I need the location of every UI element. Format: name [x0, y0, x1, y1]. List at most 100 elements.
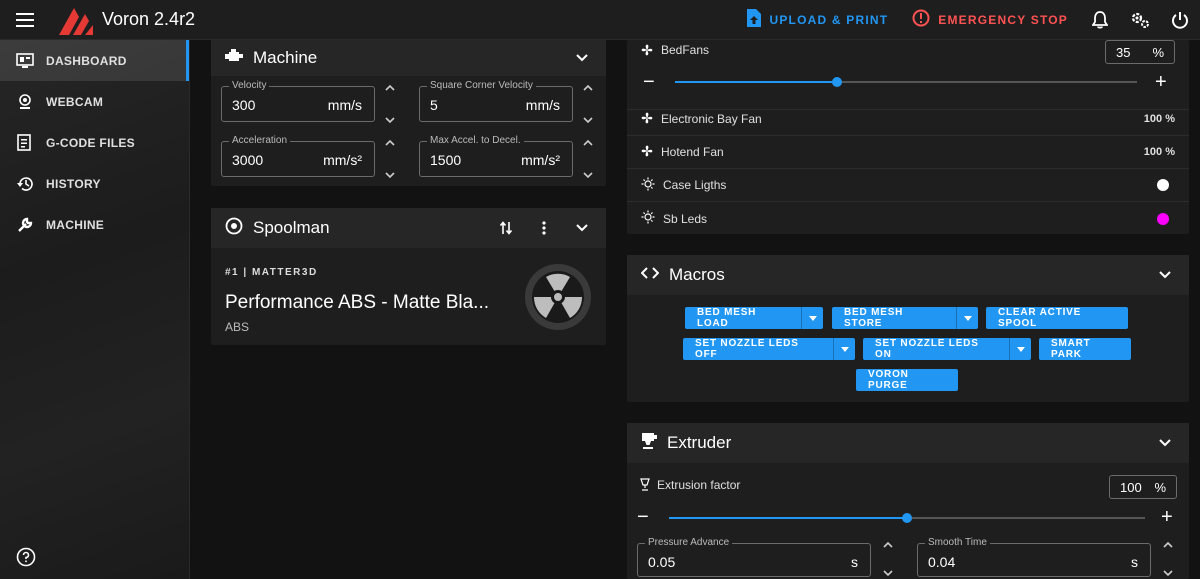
dots-vertical-icon[interactable]	[534, 218, 554, 238]
chevron-down-icon	[385, 172, 395, 179]
machine-panel-title: Machine	[253, 48, 318, 67]
bedfans-value-field[interactable]: 35 %	[1105, 40, 1175, 64]
acceleration-unit: mm/s²	[323, 152, 362, 168]
scv-unit: mm/s	[525, 97, 560, 113]
sidebar-item-label: DASHBOARD	[46, 53, 127, 68]
light-color-dot[interactable]	[1157, 212, 1169, 225]
swap-vertical-icon[interactable]	[496, 218, 516, 238]
extrusion-factor-slider[interactable]	[669, 513, 1145, 523]
navigation-sidebar: DASHBOARD WEBCAM G-CODE FILES HISTORY MA…	[0, 40, 190, 579]
emergency-stop-button[interactable]: EMERGENCY STOP	[900, 0, 1080, 40]
pressure-advance-unit: s	[851, 554, 858, 570]
menu-down-icon[interactable]	[801, 307, 823, 329]
macro-voron-purge-button[interactable]: VORON PURGE	[856, 369, 958, 391]
emergency-stop-label: EMERGENCY STOP	[938, 12, 1068, 27]
sidebar-item-label: MACHINE	[46, 217, 105, 232]
electronic-bay-fan-row: Electronic Bay Fan 100 %	[627, 103, 1189, 136]
decel-value: 1500	[430, 152, 462, 168]
smooth-time-field[interactable]: Smooth Time 0.04 s	[917, 537, 1151, 577]
menu-down-icon[interactable]	[833, 338, 855, 360]
chevron-down-icon[interactable]	[572, 48, 592, 68]
velocity-field[interactable]: Velocity 300 mm/s	[221, 80, 375, 122]
decel-label: Max Accel. to Decel.	[427, 135, 524, 146]
fan-icon	[641, 112, 653, 127]
chevron-down-icon	[883, 570, 893, 577]
menu-down-icon[interactable]	[956, 307, 978, 329]
macro-set-nozzle-leds-off-button[interactable]: SET NOZZLE LEDS OFF	[683, 338, 855, 360]
macros-panel: Macros BED MESH LOAD BED MESH STORE CLEA…	[627, 255, 1189, 402]
chevron-up-icon	[883, 541, 893, 548]
macro-label: SET NOZZLE LEDS ON	[875, 338, 979, 360]
macro-bed-mesh-store-button[interactable]: BED MESH STORE	[832, 307, 978, 329]
acceleration-stepper[interactable]	[381, 139, 399, 179]
decrease-bedfans-button[interactable]: −	[643, 72, 655, 92]
macro-clear-active-spool-button[interactable]: CLEAR ACTIVE SPOOL	[986, 307, 1128, 329]
cogs-icon[interactable]	[1120, 0, 1160, 40]
chevron-up-icon	[1163, 541, 1173, 548]
power-icon[interactable]	[1160, 0, 1200, 40]
smooth-time-stepper[interactable]	[1159, 541, 1177, 577]
macro-bed-mesh-load-button[interactable]: BED MESH LOAD	[685, 307, 823, 329]
webcam-icon	[16, 93, 34, 111]
pressure-advance-label: Pressure Advance	[645, 537, 733, 548]
macro-label: BED MESH LOAD	[697, 307, 757, 329]
bell-icon[interactable]	[1080, 0, 1120, 40]
gauge-icon	[639, 478, 651, 497]
case-lights-row[interactable]: Case Ligths	[627, 169, 1189, 202]
extruder-panel: Extruder Extrusion factor 100 % − + Pres…	[627, 423, 1189, 579]
chevron-down-icon[interactable]	[1155, 433, 1175, 453]
upload-print-button[interactable]: UPLOAD & PRINT	[735, 0, 900, 40]
extruder-panel-header: Extruder	[627, 423, 1189, 463]
macros-panel-header: Macros	[627, 255, 1189, 295]
menu-down-icon[interactable]	[1009, 338, 1031, 360]
velocity-stepper[interactable]	[381, 84, 399, 124]
file-upload-icon	[747, 9, 762, 30]
sb-leds-row[interactable]: Sb Leds	[627, 202, 1189, 235]
spool-id: #1 | MATTER3D	[225, 267, 318, 278]
printer-3d-nozzle-icon	[641, 432, 657, 455]
decel-stepper[interactable]	[579, 139, 597, 179]
monitor-dashboard-icon	[16, 52, 34, 70]
light-label: Sb Leds	[663, 211, 708, 226]
extrusion-factor-unit: %	[1154, 479, 1166, 495]
extruder-panel-title: Extruder	[667, 433, 732, 452]
macro-label: VORON PURGE	[868, 369, 909, 391]
light-color-dot[interactable]	[1157, 179, 1169, 191]
sidebar-item-gcode-files[interactable]: G-CODE FILES	[0, 122, 189, 163]
wrench-icon	[16, 216, 34, 234]
extrusion-factor-value-field[interactable]: 100 %	[1109, 475, 1177, 499]
menu-icon[interactable]	[0, 0, 50, 40]
bedfans-slider[interactable]	[675, 77, 1137, 87]
square-corner-velocity-field[interactable]: Square Corner Velocity 5 mm/s	[419, 80, 573, 122]
acceleration-label: Acceleration	[229, 135, 291, 146]
upload-print-label: UPLOAD & PRINT	[769, 12, 889, 27]
scv-stepper[interactable]	[579, 84, 597, 124]
increase-bedfans-button[interactable]: +	[1155, 72, 1167, 92]
pressure-advance-stepper[interactable]	[879, 541, 897, 577]
sidebar-item-history[interactable]: HISTORY	[0, 163, 189, 204]
decrease-extrusion-factor-button[interactable]: −	[637, 507, 649, 527]
macro-set-nozzle-leds-on-button[interactable]: SET NOZZLE LEDS ON	[863, 338, 1031, 360]
bedfans-label: BedFans	[661, 43, 710, 57]
sidebar-item-webcam[interactable]: WEBCAM	[0, 81, 189, 122]
chevron-down-icon	[385, 117, 395, 124]
file-document-icon	[16, 133, 34, 152]
fan-value: 100 %	[1143, 146, 1175, 158]
extrusion-factor-value: 100	[1120, 479, 1142, 495]
increase-extrusion-factor-button[interactable]: +	[1161, 507, 1173, 527]
acceleration-value: 3000	[232, 152, 264, 168]
chevron-down-icon[interactable]	[572, 218, 592, 238]
pressure-advance-field[interactable]: Pressure Advance 0.05 s	[637, 537, 871, 577]
app-title: Voron 2.4r2	[102, 9, 196, 29]
spoolman-panel-header: Spoolman	[211, 208, 606, 248]
acceleration-field[interactable]: Acceleration 3000 mm/s²	[221, 135, 375, 177]
max-accel-to-decel-field[interactable]: Max Accel. to Decel. 1500 mm/s²	[419, 135, 573, 177]
bedfans-row: BedFans 35 % − +	[627, 40, 1189, 110]
smooth-time-value: 0.04	[928, 554, 956, 570]
sidebar-item-dashboard[interactable]: DASHBOARD	[0, 40, 189, 81]
extrusion-factor-label: Extrusion factor	[657, 478, 741, 492]
macro-smart-park-button[interactable]: SMART PARK	[1039, 338, 1131, 360]
help-circle-icon[interactable]	[16, 547, 36, 567]
sidebar-item-machine[interactable]: MACHINE	[0, 204, 189, 245]
chevron-down-icon[interactable]	[1155, 265, 1175, 285]
